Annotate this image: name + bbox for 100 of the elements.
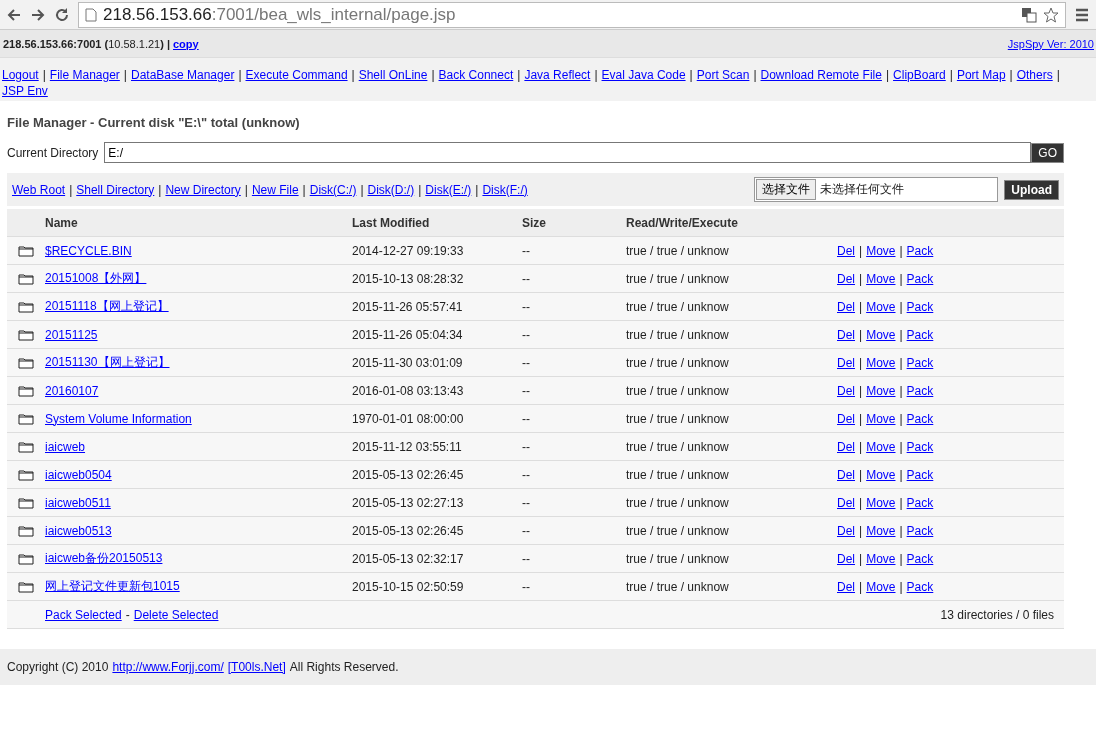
action-link[interactable]: Pack [906, 327, 934, 342]
action-link[interactable]: Pack [906, 495, 934, 510]
file-input[interactable]: 选择文件 未选择任何文件 [754, 177, 999, 202]
action-link[interactable]: Move [866, 299, 896, 314]
action-link[interactable]: Move [866, 355, 896, 370]
nav-link[interactable]: JSP Env [2, 83, 48, 99]
action-link[interactable]: Move [866, 579, 896, 594]
action-link[interactable]: Move [866, 523, 896, 538]
action-link[interactable]: Pack [906, 355, 934, 370]
separator-text: | [302, 182, 306, 197]
action-link[interactable]: Del [837, 439, 855, 454]
pack-selected-link[interactable]: Pack Selected [45, 607, 122, 622]
toolbar-link[interactable]: Disk(C:/) [309, 182, 357, 197]
star-icon[interactable] [1043, 6, 1059, 23]
nav-link[interactable]: Others [1016, 67, 1053, 83]
action-link[interactable]: Del [837, 411, 855, 426]
action-link[interactable]: Move [866, 383, 896, 398]
folder-link[interactable]: 20160107 [45, 383, 99, 398]
action-link[interactable]: Move [866, 243, 896, 258]
nav-link[interactable]: ClipBoard [893, 67, 946, 83]
action-link[interactable]: Move [866, 439, 896, 454]
action-link[interactable]: Pack [906, 271, 934, 286]
folder-link[interactable]: $RECYCLE.BIN [45, 243, 132, 258]
action-link[interactable]: Move [866, 551, 896, 566]
action-link[interactable]: Move [866, 467, 896, 482]
action-link[interactable]: Del [837, 551, 855, 566]
folder-icon [18, 272, 34, 285]
action-link[interactable]: Pack [906, 383, 934, 398]
nav-link[interactable]: Back Connect [438, 67, 514, 83]
toolbar-link[interactable]: Disk(D:/) [367, 182, 415, 197]
folder-link[interactable]: 网上登记文件更新包1015 [45, 579, 180, 593]
table-cell-text: 2014-12-27 09:19:33 [352, 243, 465, 258]
nav-link[interactable]: Shell OnLine [358, 67, 428, 83]
translate-icon[interactable] [1021, 6, 1037, 23]
action-link[interactable]: Del [837, 383, 855, 398]
nav-link[interactable]: Download Remote File [760, 67, 882, 83]
folder-link[interactable]: iaicweb备份20150513 [45, 551, 163, 565]
toolbar-link[interactable]: Shell Directory [76, 182, 155, 197]
action-link[interactable]: Del [837, 495, 855, 510]
action-link[interactable]: Pack [906, 551, 934, 566]
forward-arrow-icon[interactable] [30, 6, 46, 23]
folder-link[interactable]: 20151118【网上登记】 [45, 299, 169, 313]
version-link[interactable]: JspSpy Ver: 2010 [1007, 37, 1094, 50]
action-link[interactable]: Pack [906, 243, 934, 258]
toolbar-link[interactable]: Disk(E:/) [425, 182, 472, 197]
separator-text: | [899, 327, 903, 342]
delete-selected-link[interactable]: Delete Selected [133, 607, 219, 622]
nav-link[interactable]: File Manager [49, 67, 120, 83]
address-bar[interactable]: 218.56.153.66:7001/bea_wls_internal/page.jsp [78, 1, 1066, 28]
nav-link[interactable]: Eval Java Code [601, 67, 686, 83]
action-link[interactable]: Del [837, 327, 855, 342]
action-link[interactable]: Del [837, 467, 855, 482]
separator-text: | [859, 467, 863, 482]
folder-link[interactable]: iaicweb0504 [45, 467, 112, 482]
table-cell-text: 2016-01-08 03:13:43 [352, 383, 465, 398]
action-link[interactable]: Pack [906, 299, 934, 314]
separator-text: | [42, 67, 46, 83]
nav-link[interactable]: Port Scan [696, 67, 750, 83]
copy-link[interactable]: copy [173, 37, 199, 50]
folder-link[interactable]: 20151130【网上登记】 [45, 355, 170, 369]
website-link[interactable]: http://www.Forjj.com/ [112, 660, 224, 674]
action-link[interactable]: Pack [906, 579, 934, 594]
folder-link[interactable]: iaicweb [45, 439, 86, 454]
action-link[interactable]: Del [837, 523, 855, 538]
folder-link[interactable]: 20151008【外网】 [45, 271, 147, 285]
choose-file-button[interactable]: 选择文件 [756, 179, 817, 200]
upload-button[interactable]: Upload [1004, 179, 1059, 200]
directory-field[interactable]: E:/ [104, 142, 1032, 163]
folder-link[interactable]: iaicweb0511 [45, 495, 111, 510]
action-link[interactable]: Pack [906, 439, 934, 454]
toolbar-link[interactable]: Disk(F:/) [482, 182, 528, 197]
action-link[interactable]: Del [837, 355, 855, 370]
action-link[interactable]: Pack [906, 411, 934, 426]
nav-link[interactable]: Execute Command [245, 67, 348, 83]
go-button[interactable]: GO [1031, 142, 1064, 163]
toolbar-link[interactable]: Web Root [12, 182, 66, 197]
action-link[interactable]: Del [837, 579, 855, 594]
action-link[interactable]: Del [837, 299, 855, 314]
nav-link[interactable]: Port Map [956, 67, 1006, 83]
action-link[interactable]: Pack [906, 467, 934, 482]
nav-link[interactable]: Java Reflect [524, 67, 591, 83]
nav-link[interactable]: DataBase Manager [131, 67, 235, 83]
action-link[interactable]: Move [866, 411, 896, 426]
reload-icon[interactable] [54, 6, 70, 23]
action-link[interactable]: Move [866, 271, 896, 286]
toolbar-link[interactable]: New Directory [165, 182, 241, 197]
action-link[interactable]: Move [866, 327, 896, 342]
dash-text: - [125, 607, 130, 622]
nav-link[interactable]: Logout [2, 67, 39, 83]
back-arrow-icon[interactable] [6, 6, 22, 23]
menu-icon[interactable] [1074, 6, 1090, 23]
folder-link[interactable]: System Volume Information [45, 411, 192, 426]
folder-link[interactable]: 20151125 [45, 327, 98, 342]
folder-link[interactable]: iaicweb0513 [45, 523, 112, 538]
toolbar-link[interactable]: New File [251, 182, 299, 197]
action-link[interactable]: Del [837, 243, 855, 258]
action-link[interactable]: Move [866, 495, 896, 510]
action-link[interactable]: Del [837, 271, 855, 286]
website-link[interactable]: [T00ls.Net] [227, 660, 286, 674]
action-link[interactable]: Pack [906, 523, 934, 538]
